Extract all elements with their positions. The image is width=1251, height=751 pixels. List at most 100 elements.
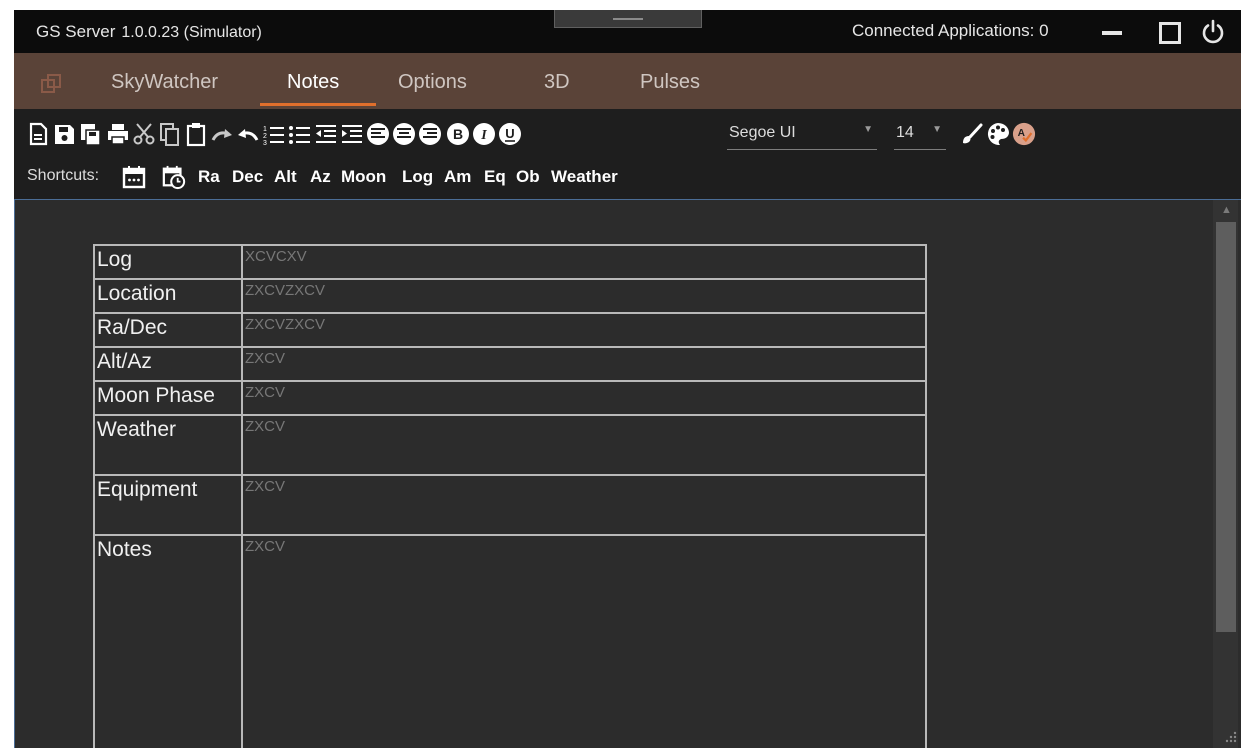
shortcut-eq[interactable]: Eq bbox=[484, 167, 506, 187]
vertical-scrollbar[interactable]: ▲ bbox=[1213, 200, 1238, 748]
connected-count: 0 bbox=[1039, 21, 1049, 40]
row-value-notes[interactable]: ZXCV bbox=[241, 534, 927, 748]
font-family-value: Segoe UI bbox=[729, 124, 796, 141]
row-label-log: Log bbox=[93, 244, 243, 280]
palette-icon[interactable] bbox=[986, 121, 1010, 147]
tab-options[interactable]: Options bbox=[398, 71, 467, 94]
svg-text:B: B bbox=[453, 126, 463, 142]
app-name: GS Server bbox=[36, 22, 116, 41]
row-value-ra-dec[interactable]: ZXCVZXCV bbox=[241, 312, 927, 348]
calendar-icon[interactable] bbox=[122, 164, 146, 190]
connected-applications: Connected Applications: 0 bbox=[852, 21, 1049, 41]
row-label-weather: Weather bbox=[93, 414, 243, 476]
row-label-location: Location bbox=[93, 278, 243, 314]
shortcut-ob[interactable]: Ob bbox=[516, 167, 540, 187]
app-version: 1.0.0.23 (Simulator) bbox=[121, 24, 262, 41]
power-button[interactable] bbox=[1199, 18, 1227, 46]
cut-icon[interactable] bbox=[132, 121, 156, 147]
row-label-notes: Notes bbox=[93, 534, 243, 748]
svg-text:U: U bbox=[505, 126, 514, 141]
spellcheck-icon[interactable]: A bbox=[1012, 121, 1036, 147]
editor-toolbar: 1 2 3 B I U Segoe UI ▼ 14 ▼ A Shortcuts:… bbox=[14, 109, 1241, 200]
table-row: Weather ZXCV bbox=[93, 414, 927, 476]
align-center-icon[interactable] bbox=[392, 121, 416, 147]
table-row: Ra/Dec ZXCVZXCV bbox=[93, 312, 927, 348]
tab-3d[interactable]: 3D bbox=[544, 71, 570, 94]
font-size-value: 14 bbox=[896, 124, 914, 141]
row-label-moon-phase: Moon Phase bbox=[93, 380, 243, 416]
underline-icon[interactable]: U bbox=[498, 121, 522, 147]
bold-icon[interactable]: B bbox=[446, 121, 470, 147]
notes-editor[interactable]: Log XCVCXV Location ZXCVZXCV Ra/Dec ZXCV… bbox=[14, 200, 1241, 748]
chevron-down-icon: ▼ bbox=[863, 124, 873, 135]
brush-icon[interactable] bbox=[960, 121, 984, 147]
save-as-icon[interactable] bbox=[78, 121, 102, 147]
calendar-clock-icon[interactable] bbox=[162, 164, 186, 190]
tab-pulses[interactable]: Pulses bbox=[640, 71, 700, 94]
svg-text:3: 3 bbox=[263, 140, 267, 147]
tab-bar: SkyWatcher Notes Options 3D Pulses bbox=[14, 53, 1241, 109]
undo-icon[interactable] bbox=[236, 121, 260, 147]
svg-text:A: A bbox=[1018, 128, 1026, 139]
numbered-list-icon[interactable]: 1 2 3 bbox=[262, 121, 286, 147]
shortcut-alt[interactable]: Alt bbox=[274, 167, 297, 187]
notes-table[interactable]: Log XCVCXV Location ZXCVZXCV Ra/Dec ZXCV… bbox=[93, 244, 927, 748]
scroll-thumb[interactable] bbox=[1216, 222, 1236, 632]
decrease-indent-icon[interactable] bbox=[314, 121, 338, 147]
maximize-button[interactable] bbox=[1156, 18, 1184, 46]
row-value-equipment[interactable]: ZXCV bbox=[241, 474, 927, 536]
shortcut-moon[interactable]: Moon bbox=[341, 167, 386, 187]
connected-label: Connected Applications: bbox=[852, 21, 1035, 40]
row-value-location[interactable]: ZXCVZXCV bbox=[241, 278, 927, 314]
shortcut-dec[interactable]: Dec bbox=[232, 167, 263, 187]
row-label-alt-az: Alt/Az bbox=[93, 346, 243, 382]
table-row: Alt/Az ZXCV bbox=[93, 346, 927, 382]
row-value-moon-phase[interactable]: ZXCV bbox=[241, 380, 927, 416]
svg-text:2: 2 bbox=[263, 133, 267, 140]
align-left-icon[interactable] bbox=[366, 121, 390, 147]
svg-text:I: I bbox=[480, 128, 487, 143]
shortcut-ra[interactable]: Ra bbox=[198, 167, 220, 187]
app-logo-icon bbox=[41, 74, 61, 93]
gs-server-window: GS Server 1.0.0.23 (Simulator) Connected … bbox=[14, 10, 1241, 748]
power-icon bbox=[1202, 19, 1224, 44]
chevron-down-icon: ▼ bbox=[932, 124, 942, 135]
font-family-select[interactable]: Segoe UI ▼ bbox=[727, 121, 877, 150]
shortcuts-label: Shortcuts: bbox=[27, 167, 100, 184]
drag-handle[interactable] bbox=[554, 10, 702, 28]
shortcut-log[interactable]: Log bbox=[402, 167, 433, 187]
row-value-weather[interactable]: ZXCV bbox=[241, 414, 927, 476]
table-row: Log XCVCXV bbox=[93, 244, 927, 280]
italic-icon[interactable]: I bbox=[472, 121, 496, 147]
paste-icon[interactable] bbox=[184, 121, 208, 147]
print-icon[interactable] bbox=[106, 121, 130, 147]
tab-notes[interactable]: Notes bbox=[287, 71, 339, 94]
table-row: Notes ZXCV bbox=[93, 534, 927, 748]
row-label-ra-dec: Ra/Dec bbox=[93, 312, 243, 348]
svg-text:1: 1 bbox=[263, 126, 267, 133]
align-right-icon[interactable] bbox=[418, 121, 442, 147]
table-row: Moon Phase ZXCV bbox=[93, 380, 927, 416]
row-value-alt-az[interactable]: ZXCV bbox=[241, 346, 927, 382]
table-row: Equipment ZXCV bbox=[93, 474, 927, 536]
row-value-log[interactable]: XCVCXV bbox=[241, 244, 927, 280]
app-title: GS Server 1.0.0.23 (Simulator) bbox=[36, 22, 262, 42]
shortcut-weather[interactable]: Weather bbox=[551, 167, 618, 187]
title-bar[interactable]: GS Server 1.0.0.23 (Simulator) Connected … bbox=[14, 10, 1241, 53]
increase-indent-icon[interactable] bbox=[340, 121, 364, 147]
font-size-select[interactable]: 14 ▼ bbox=[894, 121, 946, 150]
active-tab-indicator bbox=[260, 103, 376, 106]
bulleted-list-icon[interactable] bbox=[288, 121, 312, 147]
shortcut-az[interactable]: Az bbox=[310, 167, 331, 187]
copy-icon[interactable] bbox=[158, 121, 182, 147]
resize-grip-icon[interactable] bbox=[1224, 728, 1238, 744]
shortcut-am[interactable]: Am bbox=[444, 167, 471, 187]
scroll-up-arrow-icon[interactable]: ▲ bbox=[1221, 204, 1232, 216]
new-document-icon[interactable] bbox=[26, 121, 50, 147]
redo-icon[interactable] bbox=[210, 121, 234, 147]
minimize-button[interactable] bbox=[1098, 18, 1126, 46]
row-label-equipment: Equipment bbox=[93, 474, 243, 536]
save-icon[interactable] bbox=[52, 121, 76, 147]
tab-skywatcher[interactable]: SkyWatcher bbox=[111, 71, 218, 94]
table-row: Location ZXCVZXCV bbox=[93, 278, 927, 314]
